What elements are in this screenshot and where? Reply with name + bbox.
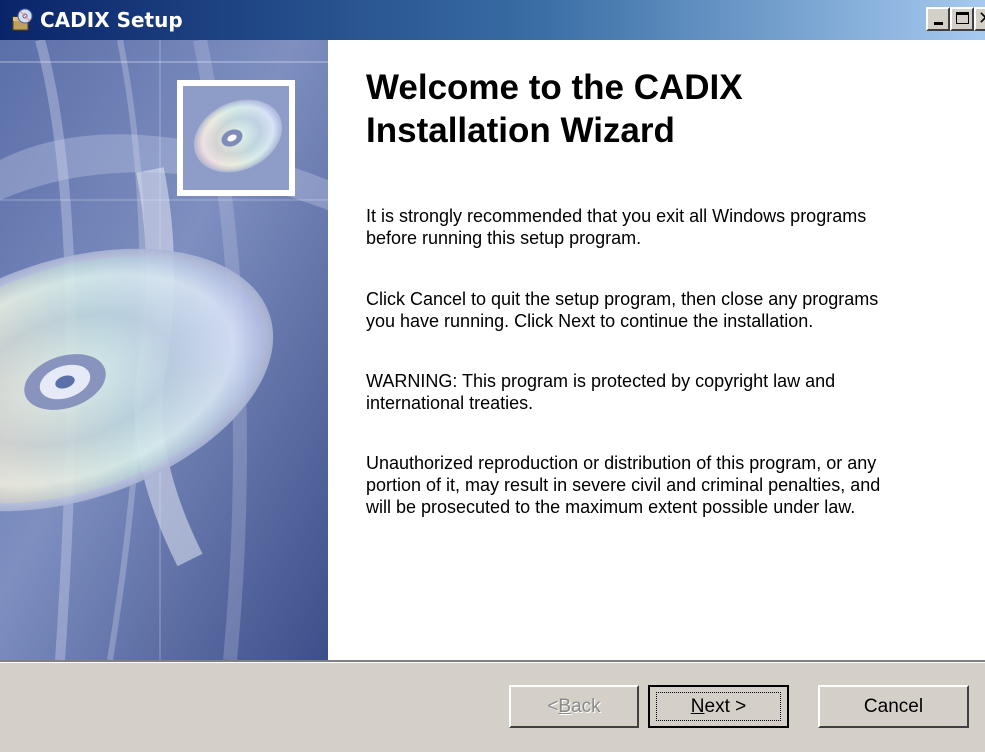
cancel-label: Cancel: [863, 695, 924, 717]
instructions-paragraph: Click Cancel to quit the setup program, …: [366, 289, 879, 331]
maximize-button[interactable]: [950, 7, 974, 31]
minimize-icon: [934, 22, 943, 25]
setup-app-icon: [12, 8, 33, 31]
banner-image: [0, 40, 328, 660]
title-bar[interactable]: CADIX Setup ✕: [0, 0, 985, 40]
close-icon: ✕: [978, 7, 985, 31]
close-button[interactable]: ✕: [974, 7, 985, 31]
minimize-button[interactable]: [926, 7, 950, 31]
window-title: CADIX Setup: [40, 8, 183, 32]
focus-rectangle: [656, 692, 781, 721]
back-label-rest: ack: [571, 695, 601, 717]
legal-paragraph: Unauthorized reproduction or distributio…: [366, 453, 881, 517]
warning-paragraph: WARNING: This program is protected by co…: [366, 371, 836, 413]
intro-paragraph: It is strongly recommended that you exit…: [366, 206, 867, 248]
next-button[interactable]: Next >: [648, 685, 789, 728]
back-mnemonic: B: [558, 695, 572, 717]
back-label-prefix: <: [547, 695, 559, 717]
back-button[interactable]: < Back: [509, 685, 639, 728]
maximize-icon: [956, 12, 969, 24]
cancel-button[interactable]: Cancel: [818, 685, 969, 728]
welcome-heading: Welcome to the CADIX Installation Wizard: [366, 68, 743, 150]
